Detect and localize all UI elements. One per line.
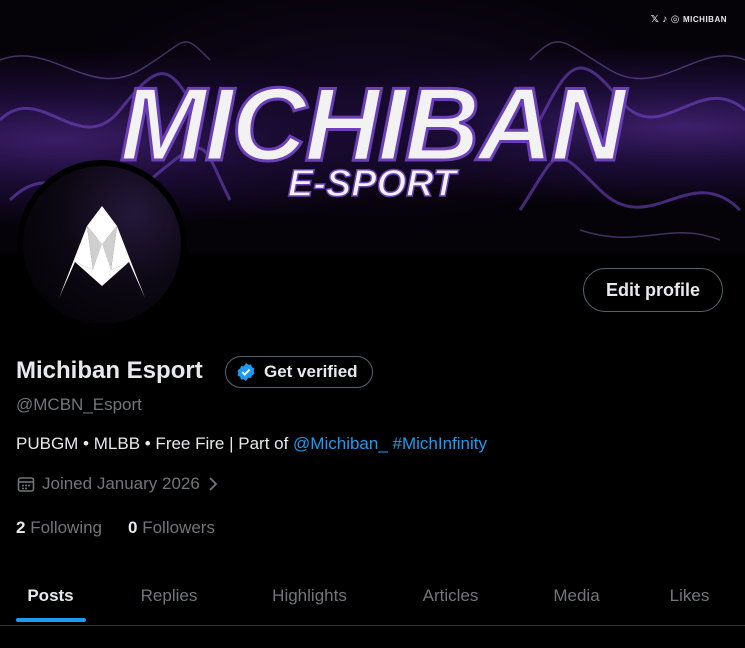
followers-count: 0 bbox=[128, 518, 138, 537]
tab-media[interactable]: Media bbox=[519, 568, 634, 624]
followers-link[interactable]: 0 Followers bbox=[128, 518, 215, 538]
verified-badge-icon bbox=[237, 362, 255, 382]
calendar-icon bbox=[17, 477, 35, 492]
instagram-icon: ◎ bbox=[670, 14, 680, 25]
joined-date[interactable]: Joined January 2026 bbox=[16, 474, 220, 494]
followers-label: Followers bbox=[142, 518, 215, 537]
tiktok-icon: ♪ bbox=[662, 14, 668, 25]
get-verified-label: Get verified bbox=[264, 362, 358, 381]
tab-active-indicator bbox=[15, 618, 86, 622]
tab-articles-label: Articles bbox=[422, 586, 479, 605]
joined-label: Joined January 2026 bbox=[42, 474, 200, 493]
team-logo-icon bbox=[59, 206, 145, 298]
banner-social-label: MICHIBAN bbox=[683, 15, 727, 24]
profile-handle: @MCBN_Esport bbox=[16, 395, 142, 414]
tab-replies[interactable]: Replies bbox=[101, 568, 237, 624]
following-count: 2 bbox=[16, 518, 26, 537]
bio-mention-link[interactable]: @Michiban_ bbox=[293, 434, 388, 453]
tab-media-label: Media bbox=[553, 586, 600, 605]
profile-name: Michiban Esport bbox=[16, 357, 203, 384]
banner-logo-sub: E-SPORT bbox=[288, 163, 459, 205]
edit-profile-button[interactable]: Edit profile bbox=[583, 268, 723, 312]
profile-bio: PUBGM • MLBB • Free Fire | Part of @Mich… bbox=[16, 434, 487, 454]
bio-text: PUBGM • MLBB • Free Fire | Part of bbox=[16, 434, 294, 453]
bio-hashtag-link[interactable]: #MichInfinity bbox=[393, 434, 487, 453]
tab-replies-label: Replies bbox=[140, 586, 198, 605]
tab-likes[interactable]: Likes bbox=[634, 568, 745, 624]
tab-posts-label: Posts bbox=[27, 586, 74, 605]
x-icon: 𝕏 bbox=[650, 14, 660, 25]
following-link[interactable]: 2 Following bbox=[16, 518, 102, 538]
tab-highlights[interactable]: Highlights bbox=[237, 568, 382, 624]
tabs-divider bbox=[0, 625, 745, 626]
tab-highlights-label: Highlights bbox=[272, 586, 347, 605]
banner-social-tag: 𝕏 ♪ ◎ MICHIBAN bbox=[651, 14, 727, 25]
avatar[interactable] bbox=[17, 160, 187, 330]
avatar-background bbox=[23, 166, 181, 324]
get-verified-button[interactable]: Get verified bbox=[225, 356, 373, 388]
tab-posts[interactable]: Posts bbox=[0, 568, 101, 624]
follow-stats: 2 Following 0 Followers bbox=[16, 518, 215, 538]
tab-articles[interactable]: Articles bbox=[382, 568, 519, 624]
chevron-right-icon bbox=[209, 477, 218, 491]
profile-tabs: Posts Replies Highlights Articles Media … bbox=[0, 568, 745, 624]
tab-likes-label: Likes bbox=[669, 586, 710, 605]
following-label: Following bbox=[30, 518, 103, 537]
